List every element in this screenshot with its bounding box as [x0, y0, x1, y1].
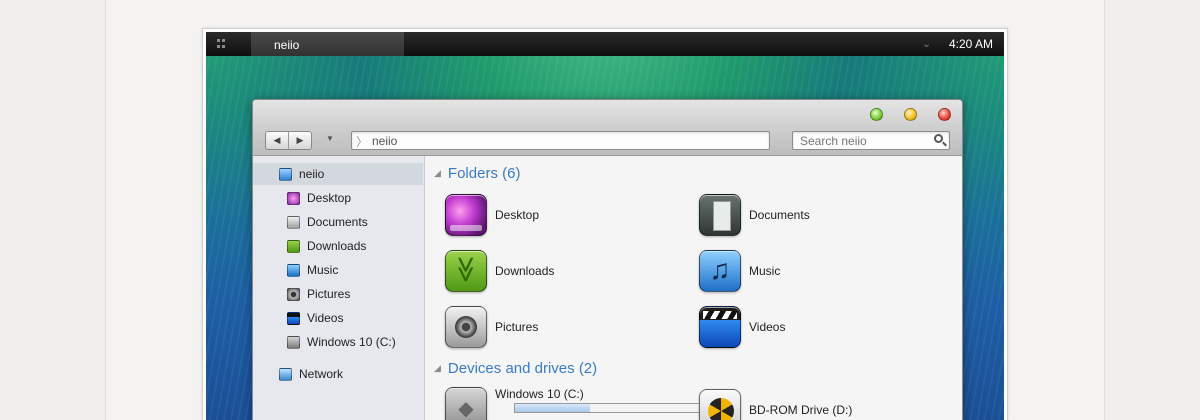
sidebar-item-documents[interactable]: Documents	[287, 211, 368, 233]
network-icon	[279, 367, 292, 381]
sidebar-item-pictures[interactable]: Pictures	[287, 283, 350, 305]
videos-icon	[287, 311, 300, 325]
folder-label: Documents	[749, 208, 810, 222]
forward-arrow-icon[interactable]: ▶	[288, 132, 311, 149]
address-bar[interactable]: 〉 neiio	[351, 131, 770, 150]
sidebar-item-drive-c[interactable]: Windows 10 (C:)	[287, 331, 396, 353]
sidebar-item-label: Windows 10 (C:)	[307, 335, 396, 349]
folder-documents[interactable]: Documents	[699, 194, 810, 236]
collapse-triangle-icon[interactable]: ◢	[434, 363, 441, 374]
folder-label: Downloads	[495, 264, 555, 278]
folder-music[interactable]: Music	[699, 250, 780, 292]
drive-usage-bar	[514, 403, 703, 413]
taskbar-app-tab[interactable]: neiio	[251, 32, 404, 56]
pictures-icon	[287, 287, 300, 301]
folder-pictures[interactable]: Pictures	[445, 306, 538, 348]
back-arrow-icon[interactable]: ◀	[266, 132, 288, 149]
maximize-button[interactable]	[870, 108, 883, 121]
folder-label: Desktop	[495, 208, 540, 222]
taskbar-app-label: neiio	[274, 38, 300, 52]
sidebar-item-label: neiio	[299, 167, 325, 181]
search-placeholder: Search neiio	[800, 134, 867, 148]
documents-icon	[287, 215, 300, 229]
search-input[interactable]: Search neiio	[792, 131, 950, 150]
sidebar-item-label: Pictures	[307, 287, 351, 301]
chevron-down-icon[interactable]: ⌄	[922, 37, 931, 50]
sidebar-item-neiio[interactable]: neiio	[253, 163, 423, 185]
group-title: Devices and drives (2)	[447, 360, 598, 377]
sidebar-item-label: Network	[299, 367, 344, 381]
drive-icon	[445, 387, 487, 420]
explorer-window: ◀ ▶ ▼ 〉 neiio Search neiio neiio Desktop…	[252, 99, 963, 420]
folder-videos[interactable]: Videos	[699, 306, 785, 348]
content-pane: ◢ Folders (6) Desktop Documents Downloads…	[426, 156, 962, 420]
bd-rom-icon	[699, 389, 741, 420]
folder-desktop[interactable]: Desktop	[445, 194, 539, 236]
documents-icon	[699, 194, 741, 236]
pictures-icon	[445, 306, 487, 348]
drive-icon	[287, 335, 300, 349]
user-folder-icon	[279, 167, 292, 181]
sidebar-item-label: Videos	[307, 311, 344, 325]
navigation-pane: neiio Desktop Documents Downloads Music	[253, 156, 425, 420]
folder-downloads[interactable]: Downloads	[445, 250, 554, 292]
history-dropdown-icon[interactable]: ▼	[326, 134, 334, 143]
downloads-icon	[445, 250, 487, 292]
music-icon	[699, 250, 741, 292]
sidebar-item-network[interactable]: Network	[279, 363, 343, 385]
sidebar-item-music[interactable]: Music	[287, 259, 338, 281]
taskbar: neiio ⌄ 4:20 AM	[206, 32, 1004, 56]
group-title: Folders (6)	[447, 165, 521, 182]
sidebar-item-videos[interactable]: Videos	[287, 307, 343, 329]
close-button[interactable]	[938, 108, 951, 121]
desktop-wallpaper: neiio ⌄ 4:20 AM ◀ ▶ ▼ 〉 neiio Search nei…	[206, 32, 1004, 420]
drive-label: BD-ROM Drive (D:)	[749, 403, 853, 417]
downloads-icon	[287, 239, 300, 253]
sidebar-item-label: Downloads	[307, 239, 367, 253]
nav-buttons: ◀ ▶	[265, 131, 312, 150]
desktop-icon	[287, 191, 300, 205]
desktop-frame: neiio ⌄ 4:20 AM ◀ ▶ ▼ 〉 neiio Search nei…	[202, 28, 1008, 420]
clock[interactable]: 4:20 AM	[949, 37, 993, 51]
folders-group-header[interactable]: ◢ Folders (6)	[434, 165, 520, 182]
sidebar-item-label: Music	[307, 263, 339, 277]
devices-group-header[interactable]: ◢ Devices and drives (2)	[434, 360, 597, 377]
music-icon	[287, 263, 300, 277]
breadcrumb-arrow-icon: 〉	[356, 135, 369, 149]
window-titlebar[interactable]: ◀ ▶ ▼ 〉 neiio Search neiio	[253, 100, 962, 156]
collapse-triangle-icon[interactable]: ◢	[434, 168, 441, 179]
drive-label: Windows 10 (C:)	[495, 387, 584, 401]
address-path: neiio	[372, 134, 398, 148]
folder-label: Music	[749, 264, 781, 278]
sidebar-item-label: Desktop	[307, 191, 352, 205]
folder-label: Pictures	[495, 320, 539, 334]
search-icon[interactable]	[934, 134, 943, 143]
sidebar-item-label: Documents	[307, 215, 368, 229]
drive-d[interactable]: BD-ROM Drive (D:)	[699, 389, 852, 420]
drive-c[interactable]: Windows 10 (C:)	[445, 387, 705, 420]
sidebar-item-desktop[interactable]: Desktop	[287, 187, 351, 209]
apps-grid-icon[interactable]	[217, 39, 226, 48]
drive-usage-fill	[515, 404, 590, 412]
sidebar-item-downloads[interactable]: Downloads	[287, 235, 366, 257]
desktop-icon	[445, 194, 487, 236]
minimize-button[interactable]	[904, 108, 917, 121]
videos-icon	[699, 306, 741, 348]
folder-label: Videos	[749, 320, 786, 334]
